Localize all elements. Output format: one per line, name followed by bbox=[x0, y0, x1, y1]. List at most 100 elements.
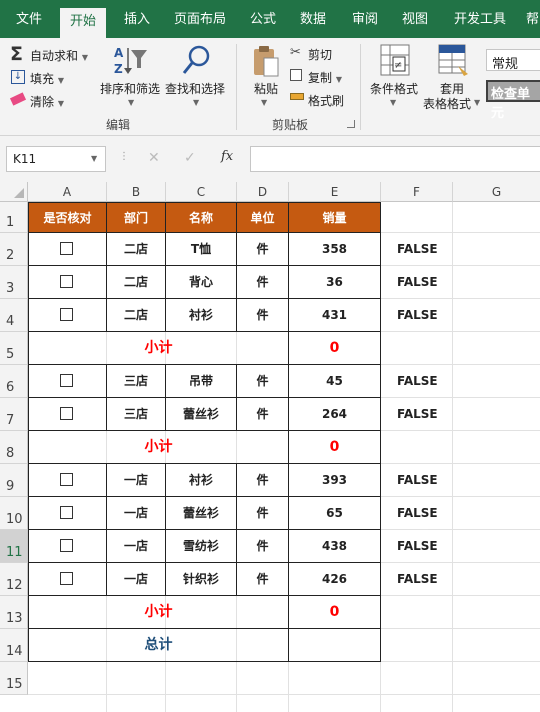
name-cell[interactable]: 雪纺衫 bbox=[166, 530, 237, 563]
subtotal-value-cell[interactable]: 0 bbox=[289, 596, 381, 629]
name-cell[interactable]: 针织衫 bbox=[166, 563, 237, 596]
column-header[interactable]: E bbox=[289, 182, 381, 202]
subtotal-value-cell[interactable]: 0 bbox=[289, 431, 381, 464]
tab-insert[interactable]: 插入 bbox=[124, 0, 150, 38]
checkbox[interactable] bbox=[60, 539, 73, 552]
check-cell[interactable] bbox=[28, 464, 107, 497]
name-cell[interactable]: 蕾丝衫 bbox=[166, 398, 237, 431]
tab-data[interactable]: 数据 bbox=[300, 0, 326, 38]
dept-cell[interactable]: 三店 bbox=[107, 398, 166, 431]
check-cell[interactable] bbox=[28, 398, 107, 431]
row-header[interactable]: 9 bbox=[0, 464, 28, 497]
name-cell[interactable]: 蕾丝衫 bbox=[166, 497, 237, 530]
check-cell[interactable] bbox=[28, 299, 107, 332]
dept-cell[interactable]: 二店 bbox=[107, 266, 166, 299]
unit-cell[interactable]: 件 bbox=[237, 398, 289, 431]
tab-review[interactable]: 审阅 bbox=[352, 0, 378, 38]
column-header[interactable]: G bbox=[453, 182, 540, 202]
row-header[interactable]: 12 bbox=[0, 563, 28, 596]
dept-cell[interactable]: 一店 bbox=[107, 464, 166, 497]
qty-cell[interactable]: 438 bbox=[289, 530, 381, 563]
qty-cell[interactable]: 264 bbox=[289, 398, 381, 431]
number-format-select[interactable]: 常规 bbox=[486, 49, 540, 72]
checkbox[interactable] bbox=[60, 242, 73, 255]
column-header[interactable]: F bbox=[381, 182, 453, 202]
clear-button[interactable]: 清除 ▼ bbox=[30, 93, 64, 110]
dialog-launcher-icon[interactable] bbox=[347, 120, 355, 128]
row-header[interactable]: 15 bbox=[0, 662, 28, 695]
fill-button[interactable]: 填充 ▼ bbox=[30, 70, 64, 87]
dept-cell[interactable]: 一店 bbox=[107, 497, 166, 530]
tab-view[interactable]: 视图 bbox=[402, 0, 428, 38]
dept-cell[interactable]: 三店 bbox=[107, 365, 166, 398]
name-cell[interactable]: 衬衫 bbox=[166, 464, 237, 497]
check-cell[interactable] bbox=[28, 497, 107, 530]
checkbox[interactable] bbox=[60, 407, 73, 420]
row-header[interactable]: 13 bbox=[0, 596, 28, 629]
check-cell[interactable] bbox=[28, 266, 107, 299]
dept-cell[interactable]: 二店 bbox=[107, 233, 166, 266]
checkbox[interactable] bbox=[60, 506, 73, 519]
column-header[interactable]: A bbox=[28, 182, 107, 202]
column-header[interactable]: B bbox=[107, 182, 166, 202]
qty-cell[interactable]: 65 bbox=[289, 497, 381, 530]
conditional-format-button[interactable]: 条件格式 bbox=[370, 80, 418, 97]
tab-developer[interactable]: 开发工具 bbox=[454, 0, 506, 38]
check-cell[interactable] bbox=[28, 530, 107, 563]
total-label-cell[interactable]: 总计 bbox=[28, 629, 289, 662]
tab-home[interactable]: 开始 bbox=[60, 8, 107, 38]
name-box[interactable]: K11 ▼ bbox=[6, 146, 106, 172]
name-cell[interactable]: T恤 bbox=[166, 233, 237, 266]
row-header[interactable]: 11 bbox=[0, 530, 28, 563]
paste-button[interactable]: 粘贴 bbox=[254, 80, 278, 97]
autosum-button[interactable]: 自动求和 ▼ bbox=[30, 47, 88, 64]
qty-cell[interactable]: 358 bbox=[289, 233, 381, 266]
check-cell[interactable] bbox=[28, 365, 107, 398]
checkbox[interactable] bbox=[60, 308, 73, 321]
checkbox[interactable] bbox=[60, 572, 73, 585]
tab-help[interactable]: 帮 bbox=[526, 0, 539, 38]
worksheet-grid[interactable]: A B C D E F G 1 2 3 4 5 6 7 8 9 10 11 12 13 14 15 是否核对 部门 名称 单位 销量… bbox=[0, 182, 540, 712]
row-header[interactable]: 5 bbox=[0, 332, 28, 365]
unit-cell[interactable]: 件 bbox=[237, 266, 289, 299]
name-cell[interactable]: 背心 bbox=[166, 266, 237, 299]
name-cell[interactable]: 衬衫 bbox=[166, 299, 237, 332]
dept-cell[interactable]: 二店 bbox=[107, 299, 166, 332]
cut-button[interactable]: 剪切 bbox=[308, 46, 332, 63]
qty-cell[interactable]: 36 bbox=[289, 266, 381, 299]
qty-cell[interactable]: 431 bbox=[289, 299, 381, 332]
unit-cell[interactable]: 件 bbox=[237, 299, 289, 332]
qty-cell[interactable]: 426 bbox=[289, 563, 381, 596]
sort-filter-button[interactable]: 排序和筛选 bbox=[100, 80, 160, 97]
header-cell[interactable]: 名称 bbox=[166, 202, 237, 233]
subtotal-label-cell[interactable]: 小计 bbox=[28, 332, 289, 365]
name-cell[interactable]: 吊带 bbox=[166, 365, 237, 398]
row-header[interactable]: 14 bbox=[0, 629, 28, 662]
tab-formulas[interactable]: 公式 bbox=[250, 0, 276, 38]
select-all-corner[interactable] bbox=[0, 182, 28, 202]
row-header[interactable]: 2 bbox=[0, 233, 28, 266]
tab-file[interactable]: 文件 bbox=[16, 0, 42, 38]
format-painter-button[interactable]: 格式刷 bbox=[308, 92, 344, 109]
column-header[interactable]: D bbox=[237, 182, 289, 202]
row-header[interactable]: 3 bbox=[0, 266, 28, 299]
header-cell[interactable]: 部门 bbox=[107, 202, 166, 233]
header-cell[interactable]: 是否核对 bbox=[28, 202, 107, 233]
row-header[interactable]: 7 bbox=[0, 398, 28, 431]
cancel-icon[interactable]: ✕ bbox=[148, 150, 160, 166]
unit-cell[interactable]: 件 bbox=[237, 497, 289, 530]
unit-cell[interactable]: 件 bbox=[237, 530, 289, 563]
row-header[interactable]: 1 bbox=[0, 202, 28, 233]
qty-cell[interactable]: 393 bbox=[289, 464, 381, 497]
enter-check-icon[interactable]: ✓ bbox=[184, 150, 196, 166]
row-header[interactable]: 6 bbox=[0, 365, 28, 398]
subtotal-label-cell[interactable]: 小计 bbox=[28, 431, 289, 464]
checkbox[interactable] bbox=[60, 275, 73, 288]
copy-button[interactable]: 复制 ▼ bbox=[308, 69, 342, 86]
row-header[interactable]: 8 bbox=[0, 431, 28, 464]
check-cell[interactable] bbox=[28, 563, 107, 596]
qty-cell[interactable]: 45 bbox=[289, 365, 381, 398]
formula-input[interactable] bbox=[250, 146, 540, 172]
unit-cell[interactable]: 件 bbox=[237, 233, 289, 266]
check-cell-style[interactable]: 检查单元 bbox=[486, 80, 540, 121]
